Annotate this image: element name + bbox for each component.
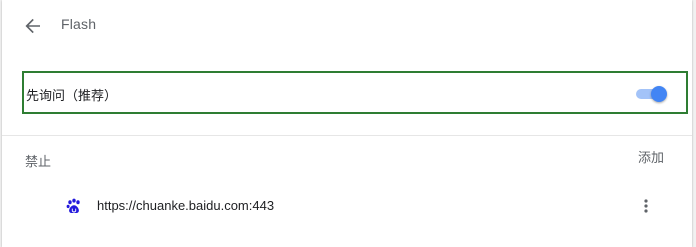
flash-settings-card: Flash 先询问（推荐） 禁止 添加 https://chuanke.baid… <box>2 0 692 247</box>
more-vert-icon[interactable] <box>638 196 654 216</box>
toggle-knob <box>651 86 667 102</box>
add-blocked-site-button[interactable]: 添加 <box>638 147 664 166</box>
back-button[interactable] <box>20 13 46 39</box>
section-divider <box>2 135 692 136</box>
baidu-paw-icon <box>66 198 80 213</box>
page-title: Flash <box>61 16 97 32</box>
subpage-header: Flash <box>2 0 692 52</box>
blocked-site-row[interactable]: https://chuanke.baidu.com:443 <box>2 186 692 226</box>
ask-first-setting-row[interactable]: 先询问（推荐） <box>22 71 688 114</box>
blocked-site-url: https://chuanke.baidu.com:443 <box>97 198 275 213</box>
ask-first-label: 先询问（推荐） <box>26 88 118 103</box>
ask-first-toggle[interactable] <box>634 85 668 103</box>
arrow-left-icon <box>25 18 40 34</box>
blocked-section-title: 禁止 <box>25 154 52 169</box>
